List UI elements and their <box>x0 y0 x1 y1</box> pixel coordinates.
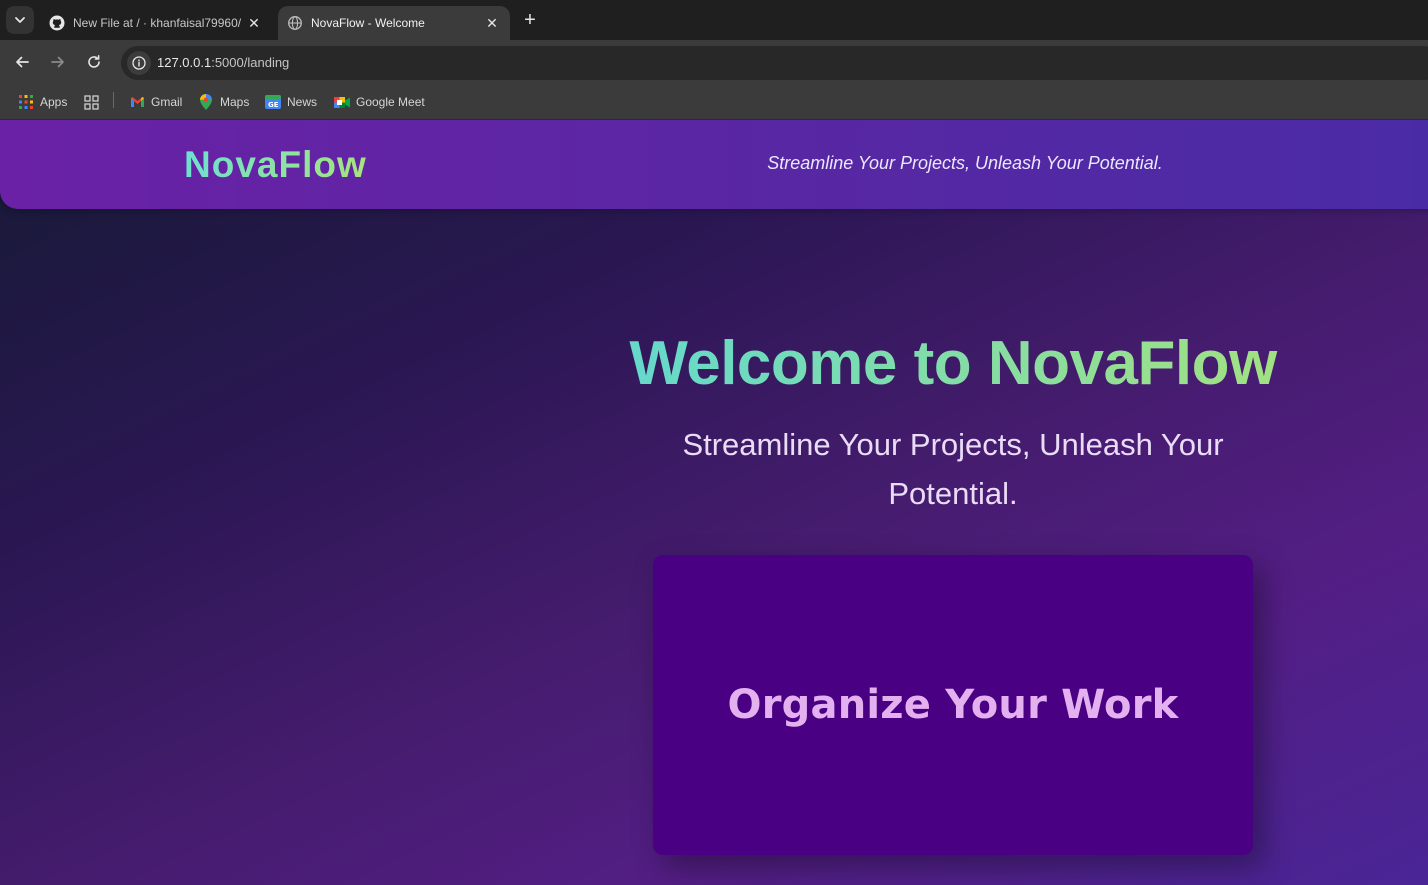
browser-toolbar: 127.0.0.1:5000/landing <box>0 40 1428 85</box>
feature-card: Organize Your Work <box>653 555 1253 855</box>
news-icon: GE <box>265 94 281 110</box>
feature-card-title: Organize Your Work <box>727 682 1179 728</box>
bookmark-gmail[interactable]: Gmail <box>129 92 182 112</box>
gmail-icon <box>129 94 145 110</box>
site-logo[interactable]: NovaFlow <box>184 144 367 186</box>
bookmark-news[interactable]: GE News <box>265 92 317 112</box>
bookmark-apps[interactable]: Apps <box>18 92 67 112</box>
tab-strip: New File at / · khanfaisal79960/ ✕ NovaF… <box>0 0 1428 40</box>
info-icon <box>132 56 146 70</box>
bookmark-label: Gmail <box>151 95 183 109</box>
chevron-down-icon <box>15 17 25 23</box>
bookmark-maps[interactable]: Maps <box>198 92 249 112</box>
new-tab-button[interactable]: + <box>518 8 542 32</box>
tab-groups-icon <box>83 94 99 110</box>
header-tagline: Streamline Your Projects, Unleash Your P… <box>767 153 1163 173</box>
tab-novaflow[interactable]: NovaFlow - Welcome ✕ <box>278 6 510 40</box>
url-text[interactable]: 127.0.0.1:5000/landing <box>157 55 289 70</box>
arrow-left-icon <box>16 56 29 68</box>
bookmark-label: Google Meet <box>356 95 425 109</box>
tab-github[interactable]: New File at / · khanfaisal79960/ ✕ <box>40 6 272 40</box>
reload-button[interactable] <box>80 48 108 76</box>
bookmarks-bar: Apps Gmail Maps GE News Google Meet <box>0 85 1428 120</box>
close-tab-icon[interactable]: ✕ <box>482 13 502 33</box>
tab-title: New File at / · khanfaisal79960/ <box>73 16 242 30</box>
site-info-button[interactable] <box>127 51 151 75</box>
google-meet-icon <box>334 94 350 110</box>
svg-text:GE: GE <box>268 101 279 109</box>
reload-icon <box>88 55 100 68</box>
url-path: :5000/landing <box>211 55 290 70</box>
page-viewport: NovaFlow Streamline Your Projects, Unlea… <box>0 120 1428 885</box>
bookmarks-separator <box>113 92 114 108</box>
bookmark-label: Maps <box>220 95 250 109</box>
close-tab-icon[interactable]: ✕ <box>244 13 264 33</box>
hero-subtitle: Streamline Your Projects, Unleash Your P… <box>682 427 1224 511</box>
hero-title: Welcome to NovaFlow <box>560 328 1346 399</box>
bookmark-tab-groups[interactable] <box>83 92 105 112</box>
arrow-right-icon <box>51 56 64 68</box>
bookmark-label: Apps <box>40 95 68 109</box>
forward-button[interactable] <box>44 48 72 76</box>
tab-title: NovaFlow - Welcome <box>311 16 425 30</box>
back-button[interactable] <box>8 48 36 76</box>
bookmark-google-meet[interactable]: Google Meet <box>334 92 425 112</box>
address-bar[interactable]: 127.0.0.1:5000/landing <box>121 46 1428 80</box>
bookmark-label: News <box>287 95 318 109</box>
maps-icon <box>198 94 214 110</box>
site-header: NovaFlow Streamline Your Projects, Unlea… <box>0 120 1428 209</box>
url-host: 127.0.0.1 <box>157 55 212 70</box>
apps-grid-icon <box>18 94 34 110</box>
github-icon <box>49 15 65 31</box>
tab-search-button[interactable] <box>6 6 34 34</box>
globe-icon <box>287 15 303 31</box>
